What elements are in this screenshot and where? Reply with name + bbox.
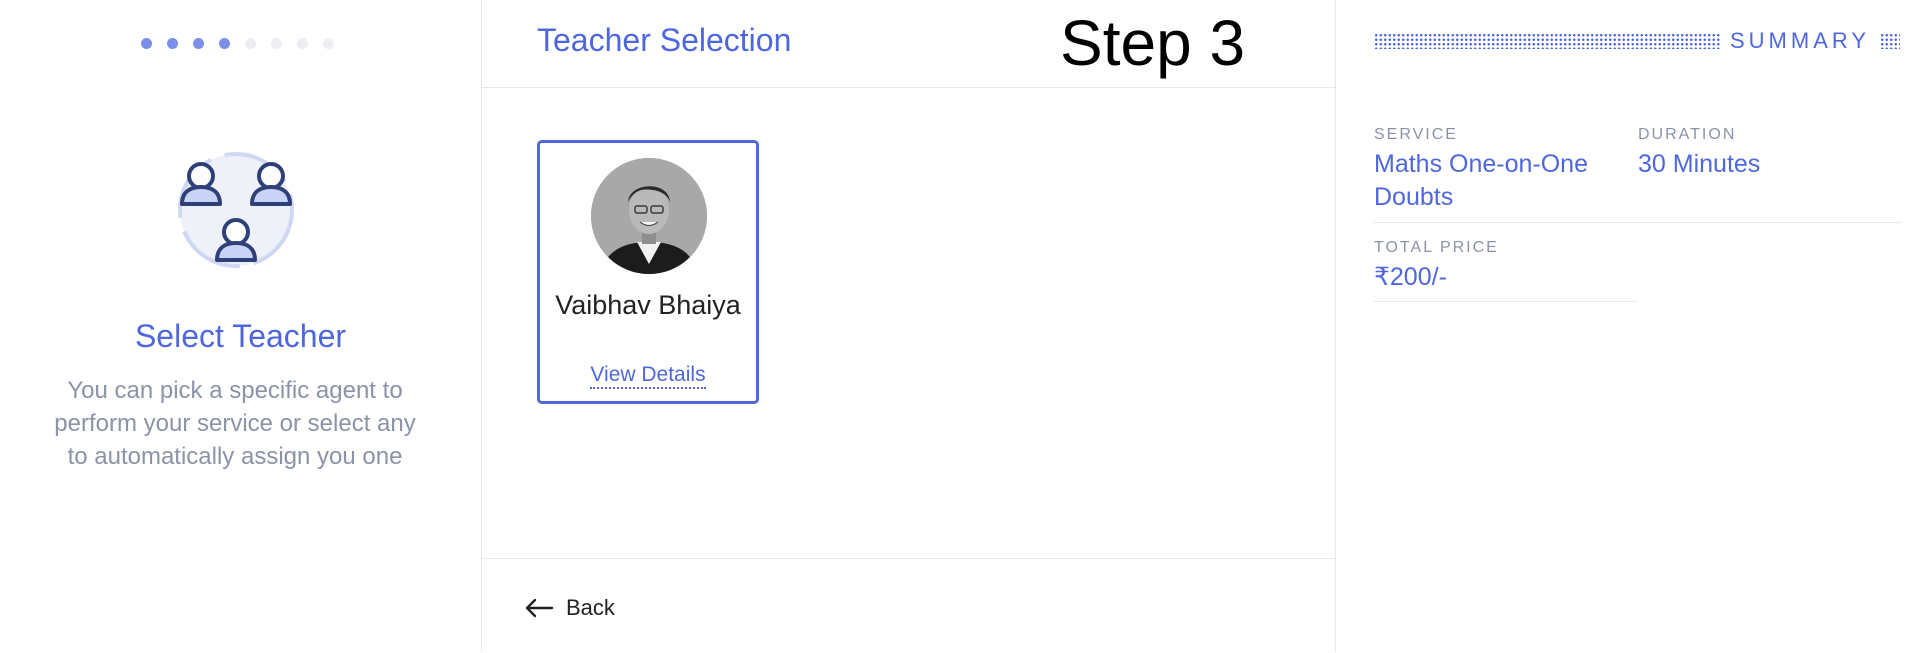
progress-dot	[141, 38, 152, 49]
summary-title: SUMMARY	[1730, 28, 1871, 53]
summary-header: SUMMARY	[1374, 28, 1901, 54]
service-label: SERVICE	[1374, 126, 1458, 143]
back-label: Back	[566, 595, 615, 620]
panel-footer: Back	[482, 558, 1335, 653]
progress-dots	[141, 38, 334, 49]
step-info-panel: Select Teacher You can pick a specific a…	[0, 0, 482, 652]
summary-panel: SUMMARY SERVICE Maths One-on-One Doubts …	[1336, 0, 1920, 652]
back-button[interactable]: Back	[524, 595, 615, 621]
step-title: Select Teacher	[134, 318, 347, 354]
progress-dot	[167, 38, 178, 49]
dotted-decoration	[1374, 33, 1720, 49]
summary-duration: DURATION 30 Minutes	[1638, 126, 1888, 181]
dotted-decoration	[1880, 33, 1901, 49]
teacher-card[interactable]: Vaibhav Bhaiya View Details	[537, 140, 759, 404]
divider	[1374, 301, 1638, 302]
step-description: You can pick a specific agent to perform…	[54, 377, 416, 470]
divider	[1638, 222, 1902, 223]
summary-price: TOTAL PRICE ₹200/-	[1374, 239, 1624, 294]
progress-dot	[323, 38, 334, 49]
teacher-name: Vaibhav Bhaiya	[555, 290, 741, 320]
teacher-avatar	[591, 158, 707, 274]
price-value: ₹200/-	[1374, 263, 1447, 291]
summary-service: SERVICE Maths One-on-One Doubts	[1374, 126, 1624, 214]
duration-value: 30 Minutes	[1638, 150, 1761, 178]
price-label: TOTAL PRICE	[1374, 239, 1499, 256]
progress-dot	[219, 38, 230, 49]
panel-header: Teacher Selection Step 3	[482, 0, 1335, 88]
teacher-selection-panel: Teacher Selection Step 3 Vaibhav Bhaiya …	[482, 0, 1336, 652]
view-details-label[interactable]: View Details	[590, 363, 706, 389]
group-users-icon	[178, 152, 294, 268]
divider	[1374, 222, 1638, 223]
progress-dot	[245, 38, 256, 49]
step-label: Step 3	[1060, 7, 1246, 79]
duration-label: DURATION	[1638, 126, 1737, 143]
teacher-photo	[591, 158, 707, 274]
progress-dot	[193, 38, 204, 49]
page-title: Teacher Selection	[537, 22, 792, 58]
view-details-link[interactable]: View Details	[540, 363, 756, 389]
arrow-left-icon	[525, 598, 554, 618]
progress-dot	[271, 38, 282, 49]
service-value: Maths One-on-One Doubts	[1374, 150, 1588, 211]
progress-dot	[297, 38, 308, 49]
